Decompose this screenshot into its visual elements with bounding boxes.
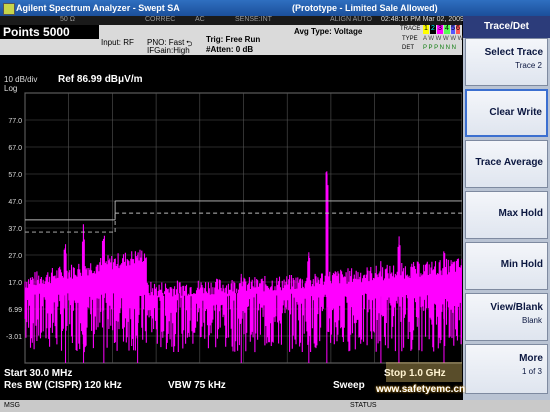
softkey-menu: Trace/Det Select Trace Trace 2 Clear Wri… (463, 16, 550, 400)
input-setting: Input: RF (101, 38, 134, 47)
status-correc: CORREC (145, 16, 176, 23)
start-frequency: Start 30.0 MHz (4, 368, 73, 379)
watermark-text: www.safetyemc.cn (376, 384, 466, 395)
y-tick-label: 67.0 (8, 145, 22, 152)
det-row-label: DET (402, 45, 414, 51)
watermark-logo-shape (386, 362, 462, 382)
trig-icon: ⮌ (186, 39, 193, 48)
y-tick-label: 27.0 (8, 253, 22, 260)
select-trace-value: Trace 2 (515, 61, 542, 70)
softkey-menu-title: Trace/Det (463, 16, 550, 38)
clear-write-label: Clear Write (489, 107, 542, 118)
instrument-status-row: 50 Ω CORREC AC SENSE:INT ALIGN AUTO 02:4… (0, 16, 464, 25)
window-center-title: (Prototype - Limited Sale Allowed) (292, 3, 438, 13)
view-blank-label: View/Blank (490, 302, 543, 313)
watermark-logo: www.safetyemc.cn (362, 354, 466, 400)
y-tick-label: 17.0 (8, 280, 22, 287)
status-coupling: AC (195, 16, 205, 23)
trace-5-number: 5 (451, 25, 455, 34)
trace-1-number: 1 (423, 25, 429, 34)
window-title-bar: Agilent Spectrum Analyzer - Swept SA (Pr… (0, 0, 550, 16)
type-row-label: TYPE (402, 36, 418, 42)
sweep-time: Sweep (333, 380, 365, 391)
y-tick-label: -3.01 (6, 334, 22, 341)
ifgain-setting: IFGain:High (147, 46, 190, 55)
clear-write-button[interactable]: Clear Write (465, 89, 548, 137)
trace-detectors: P P P N N N (423, 45, 457, 51)
status-datetime: 02:48:16 PM Mar 02, 2009 (381, 16, 464, 23)
points-value: 5000 (43, 25, 70, 39)
msg-label: MSG (4, 402, 20, 409)
resolution-bandwidth: Res BW (CISPR) 120 kHz (4, 380, 122, 391)
points-display[interactable]: Points 5000 (0, 25, 99, 39)
video-bandwidth: VBW 75 kHz (168, 380, 226, 391)
trace-row-label: TRACE (400, 26, 421, 32)
atten-setting: #Atten: 0 dB (206, 45, 254, 54)
window-title: Agilent Spectrum Analyzer - Swept SA (16, 3, 180, 13)
trace-3-number: 3 (437, 25, 443, 34)
y-tick-label: 6.99 (8, 307, 22, 314)
min-hold-button[interactable]: Min Hold (465, 242, 548, 290)
status-align: ALIGN AUTO (330, 16, 372, 23)
min-hold-label: Min Hold (500, 259, 543, 270)
view-blank-button[interactable]: View/Blank Blank (465, 293, 548, 341)
avg-type-setting: Avg Type: Voltage (294, 27, 363, 36)
message-status-bar: MSG STATUS (0, 400, 550, 412)
status-label: STATUS (350, 402, 377, 409)
max-hold-label: Max Hold (498, 208, 543, 219)
view-blank-value: Blank (521, 316, 542, 325)
spectrum-plot-area[interactable]: 10 dB/div Log Ref 86.99 dBμV/m 77.0 67.0 5… (0, 55, 462, 400)
y-tick-label: 37.0 (8, 226, 22, 233)
more-button[interactable]: More 1 of 3 (465, 344, 548, 394)
trace-6-number: 6 (456, 25, 460, 34)
trace-average-label: Trace Average (475, 157, 543, 168)
trace-number-row: 1 2 3 4 5 6 (423, 25, 461, 35)
app-logo-icon (3, 3, 15, 15)
trace-2-number: 2 (430, 25, 436, 34)
trig-setting: Trig: Free Run (206, 35, 261, 44)
trace-4-number: 4 (444, 25, 450, 34)
max-hold-button[interactable]: Max Hold (465, 191, 548, 239)
points-label: Points (3, 25, 40, 39)
select-trace-button[interactable]: Select Trace Trace 2 (465, 38, 548, 86)
more-label: More (519, 353, 543, 364)
status-sense: SENSE:INT (235, 16, 272, 23)
more-page: 1 of 3 (521, 367, 542, 376)
trace-types: A W W W W W (423, 36, 464, 42)
spectrum-chart: 77.0 67.0 57.0 47.0 37.0 27.0 17.0 6.99 -3.01 (6, 92, 462, 364)
trace-average-button[interactable]: Trace Average (465, 140, 548, 188)
settings-info-bar: Points 5000 Input: RF PNO: Fast IFGain:H… (0, 25, 464, 55)
y-tick-label: 77.0 (8, 118, 22, 125)
y-tick-label: 47.0 (8, 199, 22, 206)
status-impedance: 50 Ω (60, 16, 75, 23)
y-tick-label: 57.0 (8, 172, 22, 179)
select-trace-label: Select Trace (484, 47, 543, 58)
